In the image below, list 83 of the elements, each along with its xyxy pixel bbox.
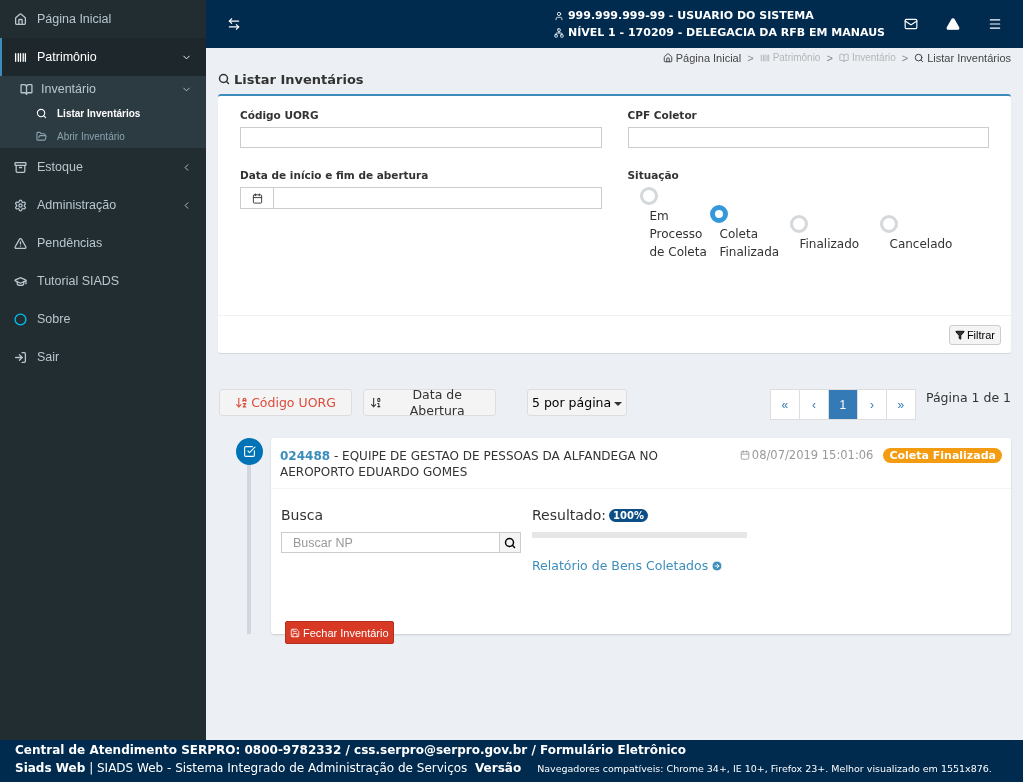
breadcrumb-link[interactable]: Listar Inventários	[914, 52, 1011, 64]
barcode-icon	[14, 50, 27, 64]
sort-button[interactable]: Código UORG	[219, 389, 352, 416]
barcode-icon	[759, 52, 770, 63]
search-label: Busca	[281, 507, 325, 523]
submenu-item[interactable]: Inventário	[0, 76, 206, 102]
cpf-input[interactable]	[627, 127, 989, 148]
sidebar-item[interactable]: Tutorial SIADS	[0, 262, 206, 300]
filter-icon	[954, 330, 965, 340]
result-label: Resultado:	[532, 507, 606, 523]
folder-icon	[36, 131, 47, 142]
unit-name: NÍVEL 1 - 170209 - DELEGACIA DA RFB EM MANAUS	[567, 26, 885, 39]
sidebar-item[interactable]: Estoque	[0, 148, 206, 186]
sidebar-item[interactable]: Pendências	[0, 224, 206, 262]
search-icon	[218, 73, 230, 85]
breadcrumb-separator: >	[747, 52, 754, 64]
book-icon	[838, 52, 849, 63]
radio-button[interactable]	[709, 205, 728, 223]
field-label: Código UORG	[240, 109, 320, 121]
calendar-icon	[739, 450, 750, 460]
footer-contact: Central de Atendimento SERPRO: 0800-9782332 / css.serpro@serpro.gov.br / Formulário Eletrônico	[15, 743, 687, 757]
cap-icon	[14, 274, 27, 288]
filter-button[interactable]: Filtrar	[948, 325, 1001, 345]
page-title: Listar Inventários	[234, 71, 364, 87]
breadcrumb-separator: >	[901, 52, 909, 64]
date-range-input[interactable]	[274, 187, 602, 209]
checkbox-icon	[236, 438, 263, 465]
uorg-input[interactable]	[240, 127, 602, 148]
footer-browsers: Navegadores compatíveis: Chrome 34+, IE 10+, Firefox 23+. Melhor visualizado em 1551x876.	[537, 763, 992, 774]
sidebar-item[interactable]: Sair	[0, 338, 206, 376]
breadcrumb-separator: >	[826, 52, 833, 64]
circle-icon	[14, 312, 27, 326]
pagination-button[interactable]: ›	[856, 389, 887, 420]
page-info: Página 1 de 1	[925, 390, 1011, 405]
submenu-link[interactable]: Listar Inventários	[0, 102, 206, 125]
radio-label: Cancelado	[889, 236, 954, 253]
inventory-date: 08/07/2019 15:01:06	[751, 448, 874, 462]
arrow-right-circle-icon	[711, 559, 724, 572]
sort-numeric-icon	[370, 396, 383, 409]
user-icon	[553, 10, 564, 21]
inventory-code-link[interactable]: 024488	[280, 449, 331, 463]
pagination-button[interactable]: «	[769, 389, 800, 420]
pagination-button[interactable]: »	[885, 389, 916, 420]
user-name: 999.999.999-99 - USUARIO DO SISTEMA	[567, 9, 814, 22]
page-size-dropdown[interactable]: 5 por página	[527, 389, 628, 416]
sitemap-icon	[553, 27, 564, 38]
status-badge: Coleta Finalizada	[883, 448, 1002, 463]
radio-label: Coleta Finalizada	[719, 226, 781, 261]
home-icon	[662, 53, 673, 63]
warning-icon	[14, 236, 27, 250]
pagination-button[interactable]: 1	[827, 389, 858, 420]
cogs-icon	[14, 198, 27, 212]
home-icon	[14, 12, 27, 26]
field-label: Data de início e fim de abertura	[240, 169, 430, 181]
calendar-addon[interactable]	[240, 187, 274, 209]
search-field[interactable]: Buscar NP	[281, 532, 500, 553]
caret-icon	[614, 401, 623, 406]
submenu-link[interactable]: Abrir Inventário	[0, 125, 206, 148]
pagination-button[interactable]: ‹	[798, 389, 829, 420]
radio-label: Em Processo de Coleta	[649, 208, 708, 261]
close-inventory-button[interactable]: Fechar Inventário	[285, 621, 394, 644]
field-label: CPF Coletor	[627, 109, 698, 121]
inventory-title: 024488 - EQUIPE DE GESTAO DE PESSOAS DA ALFANDEGA NO AEROPORTO EDUARDO GOMES	[280, 448, 659, 480]
breadcrumb-link[interactable]: Página Inicial	[662, 52, 742, 64]
sidebar-item[interactable]: Sobre	[0, 300, 206, 338]
search-icon[interactable]	[500, 532, 521, 553]
book-icon	[20, 82, 33, 96]
sort-button[interactable]: Data de Abertura	[363, 389, 496, 416]
percent-badge: 100%	[609, 508, 648, 522]
field-label: Situação	[627, 169, 680, 181]
save-icon	[290, 627, 300, 638]
footer-system-name: Siads Web | SIADS Web - Sistema Integrado de Administração de Serviços Versão	[15, 761, 522, 775]
search-icon	[914, 53, 925, 63]
sidebar-item[interactable]: Patrimônio	[0, 38, 206, 76]
calendar-icon	[251, 192, 263, 204]
sort-alpha-icon	[235, 396, 249, 409]
archive-icon	[14, 160, 27, 174]
sidebar-item[interactable]: Administração	[0, 186, 206, 224]
report-link[interactable]: Relatório de Bens Coletados	[532, 558, 724, 573]
search-icon	[36, 108, 47, 119]
sidebar-item[interactable]: Página Inicial	[0, 0, 206, 38]
login-icon	[14, 350, 27, 364]
radio-label: Finalizado	[799, 236, 861, 253]
